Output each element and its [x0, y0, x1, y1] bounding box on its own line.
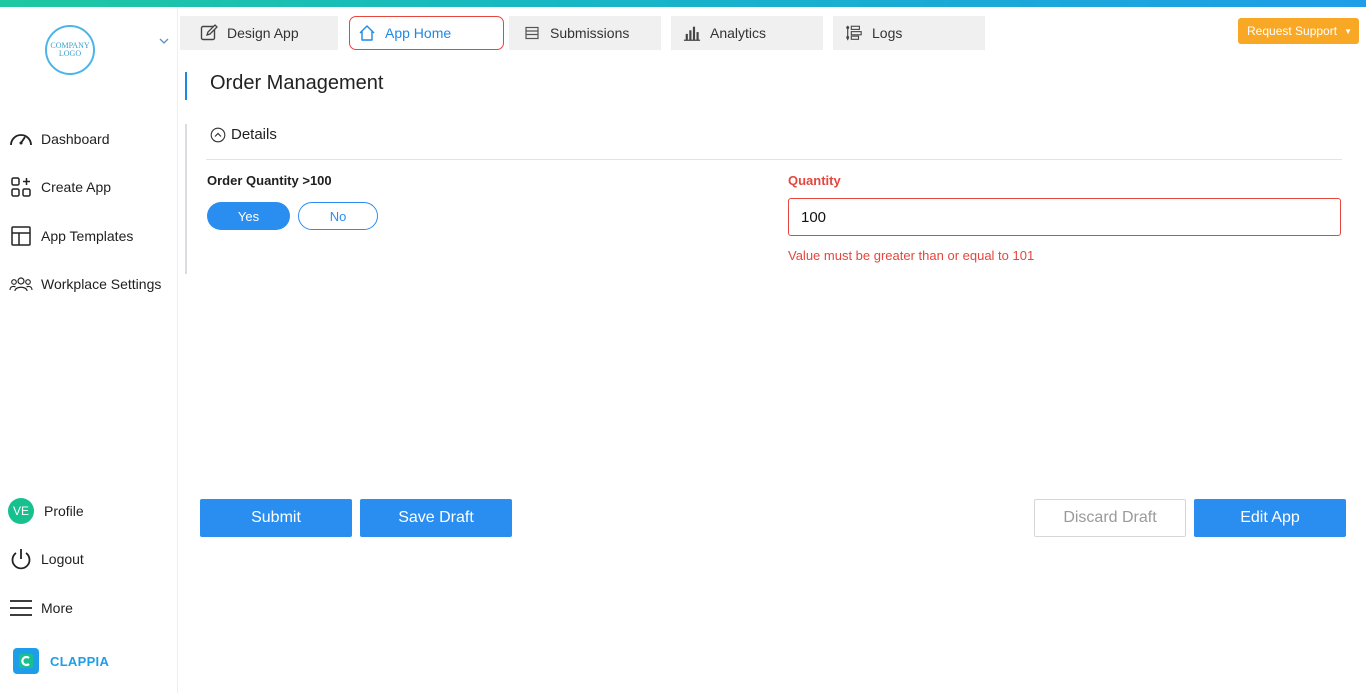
- section-divider: [206, 159, 1342, 160]
- speedometer-icon: [8, 126, 34, 152]
- save-draft-button[interactable]: Save Draft: [360, 499, 512, 537]
- chevron-up-circle-icon: [210, 127, 226, 142]
- power-icon: [8, 546, 34, 572]
- layout-template-icon: [8, 223, 34, 249]
- sidebar: COMPANY LOGO Dashboard Create App App Te…: [0, 7, 178, 693]
- title-accent-marker: [185, 72, 187, 100]
- tab-logs[interactable]: Logs: [833, 16, 985, 50]
- sidebar-item-label: Dashboard: [41, 131, 110, 147]
- order-quantity-label: Order Quantity >100: [207, 173, 332, 188]
- quantity-error-message: Value must be greater than or equal to 1…: [788, 248, 1035, 263]
- top-accent-bar: [0, 0, 1366, 7]
- tab-label: Submissions: [550, 25, 630, 41]
- clappia-brand[interactable]: CLAPPIA: [12, 647, 109, 675]
- logs-icon: [845, 24, 863, 42]
- sidebar-item-label: Logout: [41, 551, 84, 567]
- tab-submissions[interactable]: Submissions: [509, 16, 661, 50]
- sidebar-item-create-app[interactable]: Create App: [8, 173, 111, 201]
- tab-app-home[interactable]: App Home: [349, 16, 504, 50]
- tab-design-app[interactable]: Design App: [180, 16, 338, 50]
- sidebar-item-label: More: [41, 600, 73, 616]
- section-title: Details: [231, 126, 277, 143]
- home-icon: [358, 24, 376, 42]
- sidebar-item-profile[interactable]: VE Profile: [8, 497, 84, 525]
- grid-plus-icon: [8, 174, 34, 200]
- company-logo[interactable]: COMPANY LOGO: [45, 25, 95, 75]
- discard-draft-button[interactable]: Discard Draft: [1034, 499, 1186, 537]
- sidebar-item-label: Create App: [41, 179, 112, 195]
- no-option-button[interactable]: No: [298, 202, 378, 230]
- tab-label: Design App: [227, 25, 299, 41]
- brand-label: CLAPPIA: [50, 653, 110, 669]
- edit-icon: [200, 24, 218, 42]
- sidebar-item-label: App Templates: [41, 228, 134, 244]
- sidebar-item-label: Profile: [44, 503, 84, 519]
- submit-button[interactable]: Submit: [200, 499, 352, 537]
- yes-option-button[interactable]: Yes: [207, 202, 290, 230]
- logo-text: COMPANY LOGO: [50, 41, 90, 58]
- clappia-logo-icon: [13, 648, 39, 674]
- tab-analytics[interactable]: Analytics: [671, 16, 823, 50]
- bar-chart-icon: [683, 24, 701, 42]
- edit-app-button[interactable]: Edit App: [1194, 499, 1346, 537]
- tab-label: App Home: [385, 25, 452, 41]
- tab-label: Logs: [872, 25, 903, 41]
- avatar: VE: [8, 498, 34, 524]
- request-support-label: Request Support: [1247, 24, 1338, 38]
- quantity-input[interactable]: [788, 198, 1341, 236]
- sidebar-item-logout[interactable]: Logout: [8, 545, 84, 573]
- caret-down-icon: ▼: [1344, 26, 1352, 36]
- sidebar-item-app-templates[interactable]: App Templates: [8, 222, 133, 250]
- sidebar-item-more[interactable]: More: [8, 594, 73, 622]
- sidebar-item-workplace-settings[interactable]: Workplace Settings: [8, 270, 161, 298]
- users-group-icon: [8, 271, 34, 297]
- request-support-button[interactable]: Request Support ▼: [1238, 18, 1359, 44]
- hamburger-menu-icon: [8, 595, 34, 621]
- list-icon: [523, 24, 541, 42]
- sidebar-item-dashboard[interactable]: Dashboard: [8, 125, 110, 153]
- page-title: Order Management: [210, 72, 384, 94]
- quantity-label: Quantity: [788, 173, 841, 188]
- tab-label: Analytics: [710, 25, 767, 41]
- details-section-toggle[interactable]: Details: [210, 126, 277, 143]
- chevron-down-icon[interactable]: [158, 35, 170, 47]
- sidebar-item-label: Workplace Settings: [41, 276, 162, 292]
- section-indicator-line: [185, 124, 187, 274]
